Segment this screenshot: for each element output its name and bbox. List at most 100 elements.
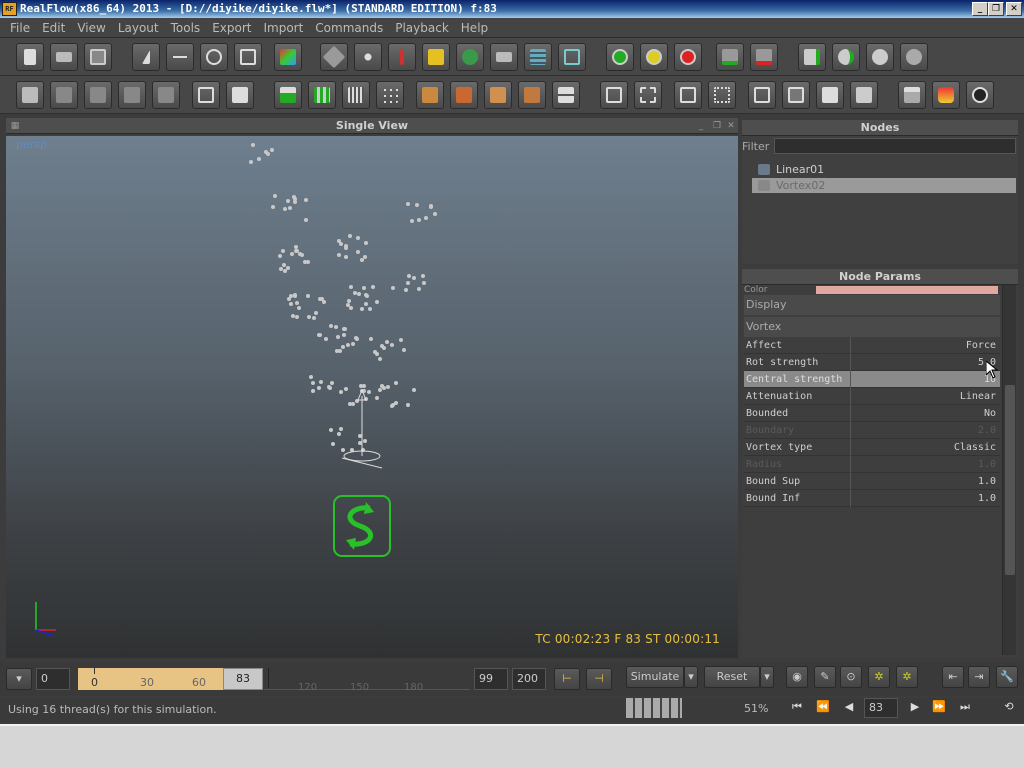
timeline-track[interactable]: 120 150 180 bbox=[264, 668, 470, 693]
end-frame-field[interactable]: 99 bbox=[474, 668, 508, 690]
move-tool-button[interactable] bbox=[166, 43, 194, 71]
minimize-button[interactable]: _ bbox=[972, 2, 988, 16]
yellow-light-button[interactable] bbox=[640, 43, 668, 71]
vortex-daemon-icon[interactable] bbox=[332, 494, 392, 558]
new-scene-button[interactable] bbox=[16, 43, 44, 71]
filter-input[interactable] bbox=[774, 138, 1016, 154]
menu-playback[interactable]: Playback bbox=[389, 21, 455, 35]
green-light-button[interactable] bbox=[606, 43, 634, 71]
play-back-button[interactable]: ◀ bbox=[838, 700, 860, 718]
layout-button-5[interactable] bbox=[152, 81, 180, 109]
shape-4-button[interactable] bbox=[708, 81, 736, 109]
script-button[interactable] bbox=[798, 43, 826, 71]
playback-range[interactable]: 0 30 60 bbox=[78, 668, 223, 690]
add-daemon-button[interactable] bbox=[354, 43, 382, 71]
timer-button[interactable] bbox=[866, 43, 894, 71]
add-mesh-button[interactable] bbox=[456, 43, 484, 71]
texture-1-button[interactable] bbox=[416, 81, 444, 109]
range-end-button[interactable]: ⊣ bbox=[586, 668, 612, 690]
param-rot-strength[interactable]: Rot strength5.0 bbox=[744, 354, 1000, 371]
menu-file[interactable]: File bbox=[4, 21, 36, 35]
go-start-button[interactable]: ⏮ bbox=[786, 700, 808, 718]
step-forward-button[interactable]: ⏩ bbox=[928, 700, 950, 718]
ruler-tool-button[interactable] bbox=[342, 81, 370, 109]
texture-2-button[interactable] bbox=[450, 81, 478, 109]
param-attenuation[interactable]: Attenuation Linear bbox=[744, 388, 1000, 405]
render-button[interactable] bbox=[898, 81, 926, 109]
layout-button-4[interactable] bbox=[118, 81, 146, 109]
add-constraint-button[interactable] bbox=[388, 43, 416, 71]
rotate-tool-button[interactable] bbox=[200, 43, 228, 71]
shape-2-button[interactable] bbox=[634, 81, 662, 109]
cube-3-button[interactable] bbox=[816, 81, 844, 109]
fire-button[interactable] bbox=[932, 81, 960, 109]
menu-export[interactable]: Export bbox=[206, 21, 257, 35]
open-scene-button[interactable] bbox=[50, 43, 78, 71]
keyframe-next-button[interactable]: ⇥ bbox=[968, 666, 990, 688]
section-vortex[interactable]: Vortex bbox=[744, 317, 1000, 337]
vortex-gizmo[interactable] bbox=[336, 386, 396, 476]
maximize-button[interactable]: ❐ bbox=[988, 2, 1004, 16]
menu-view[interactable]: View bbox=[71, 21, 111, 35]
hourglass-button[interactable] bbox=[552, 81, 580, 109]
visibility-button[interactable]: ⊙ bbox=[840, 666, 862, 688]
panel-close-icon[interactable]: ✕ bbox=[726, 121, 736, 131]
edit-tool-button[interactable]: ✎ bbox=[814, 666, 836, 688]
loop-button[interactable]: ⟲ bbox=[998, 700, 1020, 718]
param-bound-inf[interactable]: Bound Inf 1.0 bbox=[744, 490, 1000, 507]
texture-4-button[interactable] bbox=[518, 81, 546, 109]
reset-button[interactable]: Reset bbox=[704, 666, 760, 688]
simulate-dropdown-button[interactable]: ▾ bbox=[684, 666, 698, 688]
network-button[interactable] bbox=[900, 43, 928, 71]
max-frame-field[interactable]: 200 bbox=[512, 668, 546, 690]
save-scene-button[interactable] bbox=[84, 43, 112, 71]
timeline-menu-button[interactable]: ▾ bbox=[6, 668, 32, 690]
export-save-button[interactable] bbox=[716, 43, 744, 71]
cube-4-button[interactable] bbox=[850, 81, 878, 109]
color-swatch[interactable] bbox=[816, 286, 998, 294]
simulate-button[interactable]: Simulate bbox=[626, 666, 684, 688]
step-back-button[interactable]: ⏪ bbox=[812, 700, 834, 718]
play-forward-button[interactable]: ▶ bbox=[904, 700, 926, 718]
layout-button-3[interactable] bbox=[84, 81, 112, 109]
section-display[interactable]: Display bbox=[744, 295, 1000, 315]
start-frame-field[interactable]: 0 bbox=[36, 668, 70, 690]
menu-commands[interactable]: Commands bbox=[309, 21, 389, 35]
add-object-button[interactable] bbox=[422, 43, 450, 71]
node-item-linear01[interactable]: Linear01 bbox=[752, 162, 1016, 177]
box-view-button[interactable] bbox=[192, 81, 220, 109]
current-frame-marker[interactable]: 83 bbox=[223, 668, 263, 690]
add-camera-button[interactable] bbox=[490, 43, 518, 71]
scrollbar-thumb[interactable] bbox=[1005, 385, 1015, 575]
close-button[interactable]: ✕ bbox=[1006, 2, 1022, 16]
shape-3-button[interactable] bbox=[674, 81, 702, 109]
gear-green-button[interactable]: ✲ bbox=[896, 666, 918, 688]
param-bound-sup[interactable]: Bound Sup 1.0 bbox=[744, 473, 1000, 490]
wrench-button[interactable]: 🔧 bbox=[996, 666, 1018, 688]
batch-button[interactable] bbox=[832, 43, 860, 71]
go-end-button[interactable]: ⏭ bbox=[954, 700, 976, 718]
panel-float-icon[interactable]: ❐ bbox=[712, 121, 722, 131]
menu-import[interactable]: Import bbox=[257, 21, 309, 35]
camera-label[interactable]: persp bbox=[16, 138, 47, 151]
export-delete-button[interactable] bbox=[750, 43, 778, 71]
axis-tool-button[interactable] bbox=[274, 43, 302, 71]
menu-tools[interactable]: Tools bbox=[165, 21, 207, 35]
menu-help[interactable]: Help bbox=[455, 21, 494, 35]
add-grid-button[interactable] bbox=[558, 43, 586, 71]
panel-grip-icon[interactable]: ▦ bbox=[10, 121, 20, 131]
menu-layout[interactable]: Layout bbox=[112, 21, 165, 35]
shape-1-button[interactable] bbox=[600, 81, 628, 109]
param-central-strength[interactable]: Central strength 10 bbox=[744, 371, 1000, 388]
reset-dropdown-button[interactable]: ▾ bbox=[760, 666, 774, 688]
3d-view-button[interactable] bbox=[966, 81, 994, 109]
cube-2-button[interactable] bbox=[782, 81, 810, 109]
param-vortex-type[interactable]: Vortex type Classic bbox=[744, 439, 1000, 456]
box-solid-button[interactable] bbox=[226, 81, 254, 109]
param-bounded[interactable]: Bounded No bbox=[744, 405, 1000, 422]
3d-viewport[interactable]: persp TC 00:02:23 F 83 ST 00:00:11 bbox=[6, 136, 738, 658]
layout-button-2[interactable] bbox=[50, 81, 78, 109]
gear-yellow-button[interactable]: ✲ bbox=[868, 666, 890, 688]
points-tool-button[interactable] bbox=[376, 81, 404, 109]
scale-tool-button[interactable] bbox=[234, 43, 262, 71]
